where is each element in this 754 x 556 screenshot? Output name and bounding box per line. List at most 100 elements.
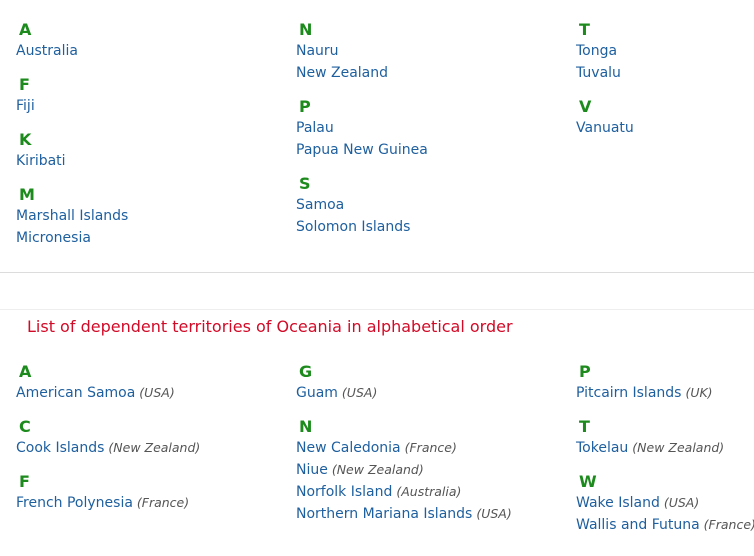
countries-list-item: Fiji [10,95,280,117]
countries-list-item: Nauru [290,40,560,62]
sovereign-note: (USA) [659,495,700,510]
territories-column: A American Samoa (USA) C Cook Islands (New … [10,363,280,514]
territories-list-item: New Caledonia (France) [290,437,560,459]
countries-list-item: Solomon Islands [290,216,560,238]
countries-letter-group: T Tonga Tuvalu [570,21,754,84]
place-link[interactable]: Wallis and Futuna [576,517,700,533]
place-link[interactable]: American Samoa [16,385,135,401]
section-divider-light [0,309,754,310]
letter-heading: T [579,20,590,39]
place-link[interactable]: French Polynesia [16,495,133,511]
countries-list-item: Marshall Islands [10,205,280,227]
countries-letter-group: F Fiji [10,76,280,117]
countries-list-item: Vanuatu [570,117,754,139]
countries-letter-group: A Australia [10,21,280,62]
letter-heading: N [299,20,313,39]
countries-letter-group: P Palau Papua New Guinea [290,98,560,161]
sovereign-note: (New Zealand) [327,462,424,477]
place-link[interactable]: Kiribati [16,153,66,169]
place-link[interactable]: Samoa [296,197,344,213]
territories-letter-group: G Guam (USA) [290,363,560,404]
place-link[interactable]: Tokelau [576,440,628,456]
place-link[interactable]: Northern Mariana Islands [296,506,472,522]
territories-letter-group: F French Polynesia (France) [10,473,280,514]
section-divider [0,272,754,273]
letter-heading: F [19,472,30,491]
place-link[interactable]: Papua New Guinea [296,142,428,158]
place-link[interactable]: Palau [296,120,334,136]
territories-list-item: Guam (USA) [290,382,560,404]
territories-list-item: Norfolk Island (Australia) [290,481,560,503]
place-link[interactable]: Wake Island [576,495,660,511]
territories-list-item: Niue (New Zealand) [290,459,560,481]
letter-heading: G [299,362,313,381]
place-link[interactable]: Vanuatu [576,120,634,136]
territories-letter-group: P Pitcairn Islands (UK) [570,363,754,404]
place-link[interactable]: Fiji [16,98,35,114]
place-link[interactable]: New Zealand [296,65,388,81]
territories-list-item: American Samoa (USA) [10,382,280,404]
sovereign-note: (USA) [135,385,175,400]
letter-heading: S [299,174,311,193]
place-link[interactable]: Niue [296,462,328,478]
sovereign-note: (New Zealand) [628,440,725,455]
territories-heading: List of dependent territories of Oceania… [27,317,513,336]
place-link[interactable]: Tuvalu [576,65,621,81]
territories-letter-group: A American Samoa (USA) [10,363,280,404]
sovereign-note: (USA) [337,385,378,400]
countries-column: T Tonga Tuvalu V Vanuatu [570,21,754,139]
countries-column: N Nauru New Zealand P Palau Papua New Guinea S… [290,21,560,238]
countries-list-item: Palau [290,117,560,139]
place-link[interactable]: Nauru [296,43,339,59]
letter-heading: A [19,362,32,381]
letter-heading: F [19,75,30,94]
countries-column: A Australia F Fiji K Kiribati M Marshall Island… [10,21,280,249]
letter-heading: M [19,185,35,204]
place-link[interactable]: New Caledonia [296,440,401,456]
sovereign-note: (USA) [472,506,512,521]
countries-list-item: New Zealand [290,62,560,84]
countries-letter-group: M Marshall Islands Micronesia [10,186,280,249]
territories-letter-group: W Wake Island (USA) Wallis and Futuna (Fra… [570,473,754,536]
place-link[interactable]: Pitcairn Islands [576,385,681,401]
countries-letter-group: S Samoa Solomon Islands [290,175,560,238]
countries-list-item: Papua New Guinea [290,139,560,161]
territories-list-item: Cook Islands (New Zealand) [10,437,280,459]
territories-list-item: French Polynesia (France) [10,492,280,514]
sovereign-note: (UK) [681,385,713,400]
sovereign-note: (France) [132,495,190,510]
countries-list-item: Tonga [570,40,754,62]
place-link[interactable]: Tonga [576,43,617,59]
sovereign-note: (France) [400,440,457,455]
sovereign-note: (New Zealand) [104,440,201,455]
letter-heading: P [579,362,591,381]
territories-column: G Guam (USA) N New Caledonia (France) Niue (… [290,363,560,525]
sovereign-note: (Australia) [392,484,462,499]
countries-list-item: Tuvalu [570,62,754,84]
territories-letter-group: C Cook Islands (New Zealand) [10,418,280,459]
territories-letter-group: N New Caledonia (France) Niue (New Zealand… [290,418,560,525]
countries-list-item: Australia [10,40,280,62]
letter-heading: C [19,417,31,436]
territories-list-item: Northern Mariana Islands (USA) [290,503,560,525]
countries-letter-group: V Vanuatu [570,98,754,139]
letter-heading: V [579,97,592,116]
letter-heading: K [19,130,32,149]
place-link[interactable]: Solomon Islands [296,219,410,235]
place-link[interactable]: Micronesia [16,230,91,246]
countries-list-item: Kiribati [10,150,280,172]
place-link[interactable]: Cook Islands [16,440,104,456]
place-link[interactable]: Norfolk Island [296,484,392,500]
territories-list-item: Wake Island (USA) [570,492,754,514]
place-link[interactable]: Guam [296,385,338,401]
letter-heading: N [299,417,313,436]
letter-heading: A [19,20,32,39]
countries-list-item: Micronesia [10,227,280,249]
letter-heading: P [299,97,311,116]
letter-heading: T [579,417,590,436]
territories-letter-group: T Tokelau (New Zealand) [570,418,754,459]
letter-heading: W [579,472,597,491]
territories-list-item: Tokelau (New Zealand) [570,437,754,459]
place-link[interactable]: Marshall Islands [16,208,128,224]
place-link[interactable]: Australia [16,43,78,59]
